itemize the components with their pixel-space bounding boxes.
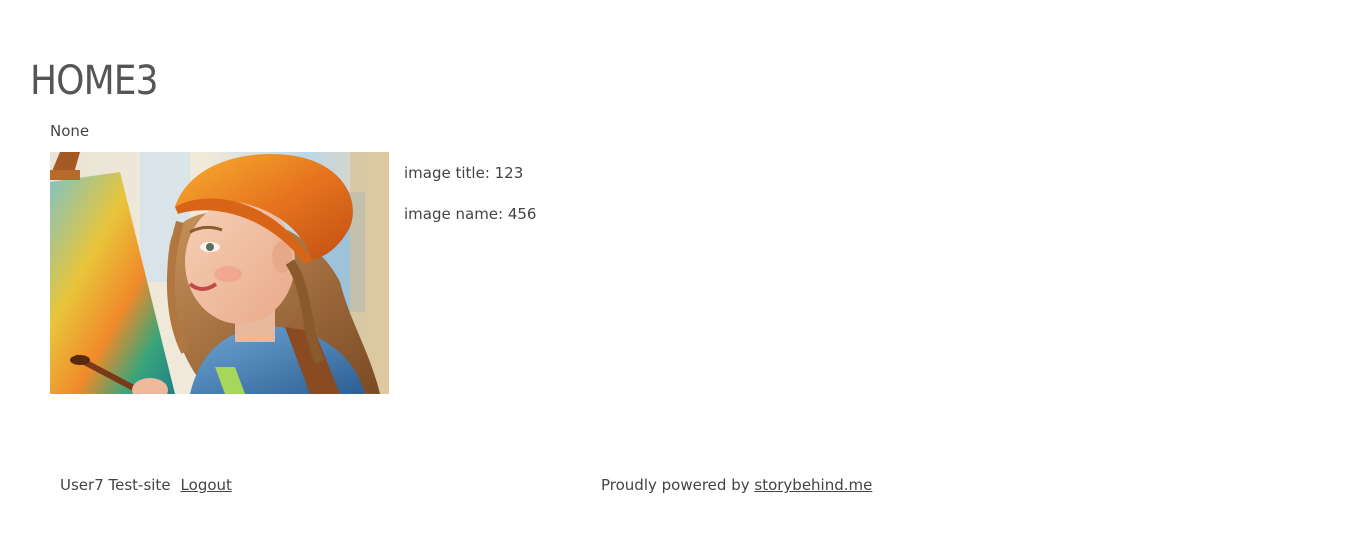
painting-image bbox=[50, 152, 389, 394]
powered-by-text: Proudly powered by bbox=[601, 476, 750, 494]
image-name: image name: 456 bbox=[404, 205, 537, 223]
page-description: None bbox=[50, 122, 90, 140]
gallery-image[interactable] bbox=[50, 152, 389, 394]
user-label: User7 Test-site bbox=[60, 476, 171, 494]
footer-user-area: User7 Test-site Logout bbox=[60, 476, 232, 494]
page-title: HOME3 bbox=[30, 58, 159, 104]
storybehind-link[interactable]: storybehind.me bbox=[754, 476, 872, 494]
footer-powered-by: Proudly powered by storybehind.me bbox=[601, 476, 872, 494]
image-title: image title: 123 bbox=[404, 164, 524, 182]
logout-link[interactable]: Logout bbox=[181, 476, 232, 494]
